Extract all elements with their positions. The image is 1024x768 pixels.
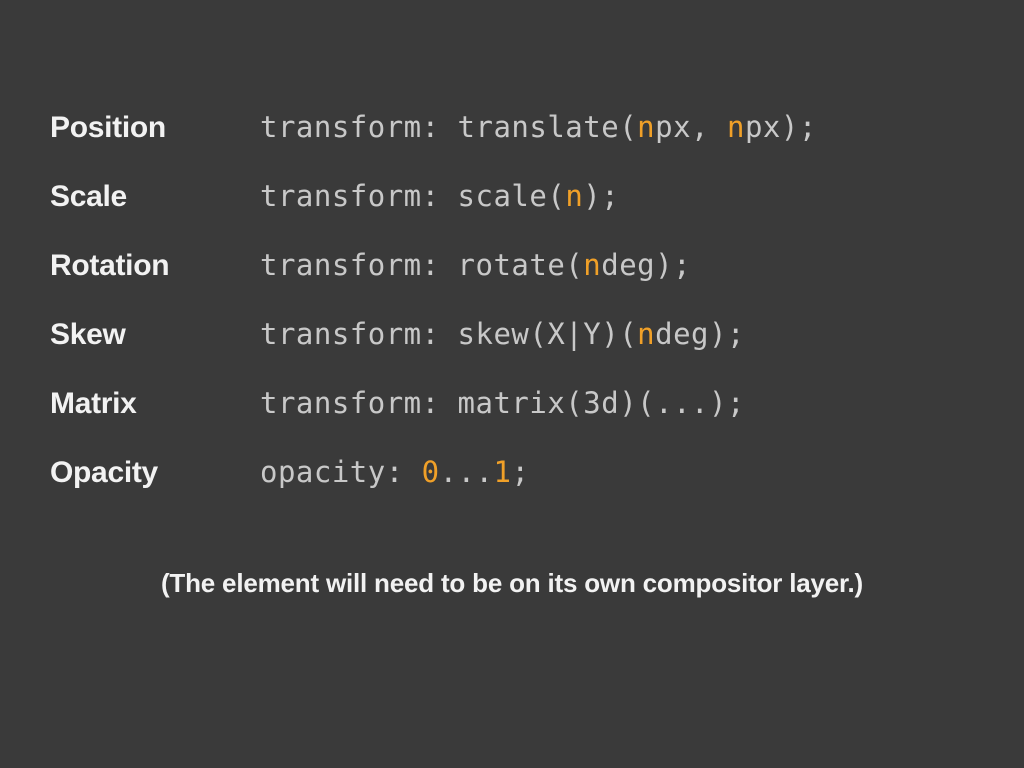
code-text: px); (745, 110, 817, 144)
transform-row: Positiontransform: translate(npx, npx); (50, 110, 974, 145)
code-text: transform: translate( (260, 110, 637, 144)
code-highlight: n (727, 110, 745, 144)
transform-list: Positiontransform: translate(npx, npx);S… (50, 110, 974, 490)
row-code: opacity: 0...1; (260, 455, 529, 489)
row-code: transform: rotate(ndeg); (260, 248, 691, 282)
transform-row: Opacityopacity: 0...1; (50, 455, 974, 490)
row-code: transform: skew(X|Y)(ndeg); (260, 317, 745, 351)
code-text: px, (655, 110, 727, 144)
code-highlight: n (583, 248, 601, 282)
row-code: transform: translate(npx, npx); (260, 110, 817, 144)
code-text: deg); (601, 248, 691, 282)
code-text: transform: skew(X|Y)( (260, 317, 637, 351)
code-highlight: 0 (422, 455, 440, 489)
row-label: Opacity (50, 456, 260, 490)
transform-row: Matrixtransform: matrix(3d)(...); (50, 386, 974, 421)
row-label: Skew (50, 318, 260, 352)
transform-row: Skewtransform: skew(X|Y)(ndeg); (50, 317, 974, 352)
row-label: Rotation (50, 249, 260, 283)
footnote-text: (The element will need to be on its own … (50, 568, 974, 599)
code-text: ); (583, 179, 619, 213)
code-highlight: 1 (494, 455, 512, 489)
code-text: deg); (655, 317, 745, 351)
row-label: Matrix (50, 387, 260, 421)
code-text: ; (511, 455, 529, 489)
code-highlight: n (565, 179, 583, 213)
code-text: opacity: (260, 455, 422, 489)
code-text: ... (440, 455, 494, 489)
row-label: Scale (50, 180, 260, 214)
row-code: transform: scale(n); (260, 179, 619, 213)
transform-row: Rotationtransform: rotate(ndeg); (50, 248, 974, 283)
code-text: transform: rotate( (260, 248, 583, 282)
transform-row: Scaletransform: scale(n); (50, 179, 974, 214)
row-label: Position (50, 111, 260, 145)
row-code: transform: matrix(3d)(...); (260, 386, 745, 420)
code-text: transform: scale( (260, 179, 565, 213)
code-text: transform: matrix(3d)(...); (260, 386, 745, 420)
code-highlight: n (637, 317, 655, 351)
code-highlight: n (637, 110, 655, 144)
